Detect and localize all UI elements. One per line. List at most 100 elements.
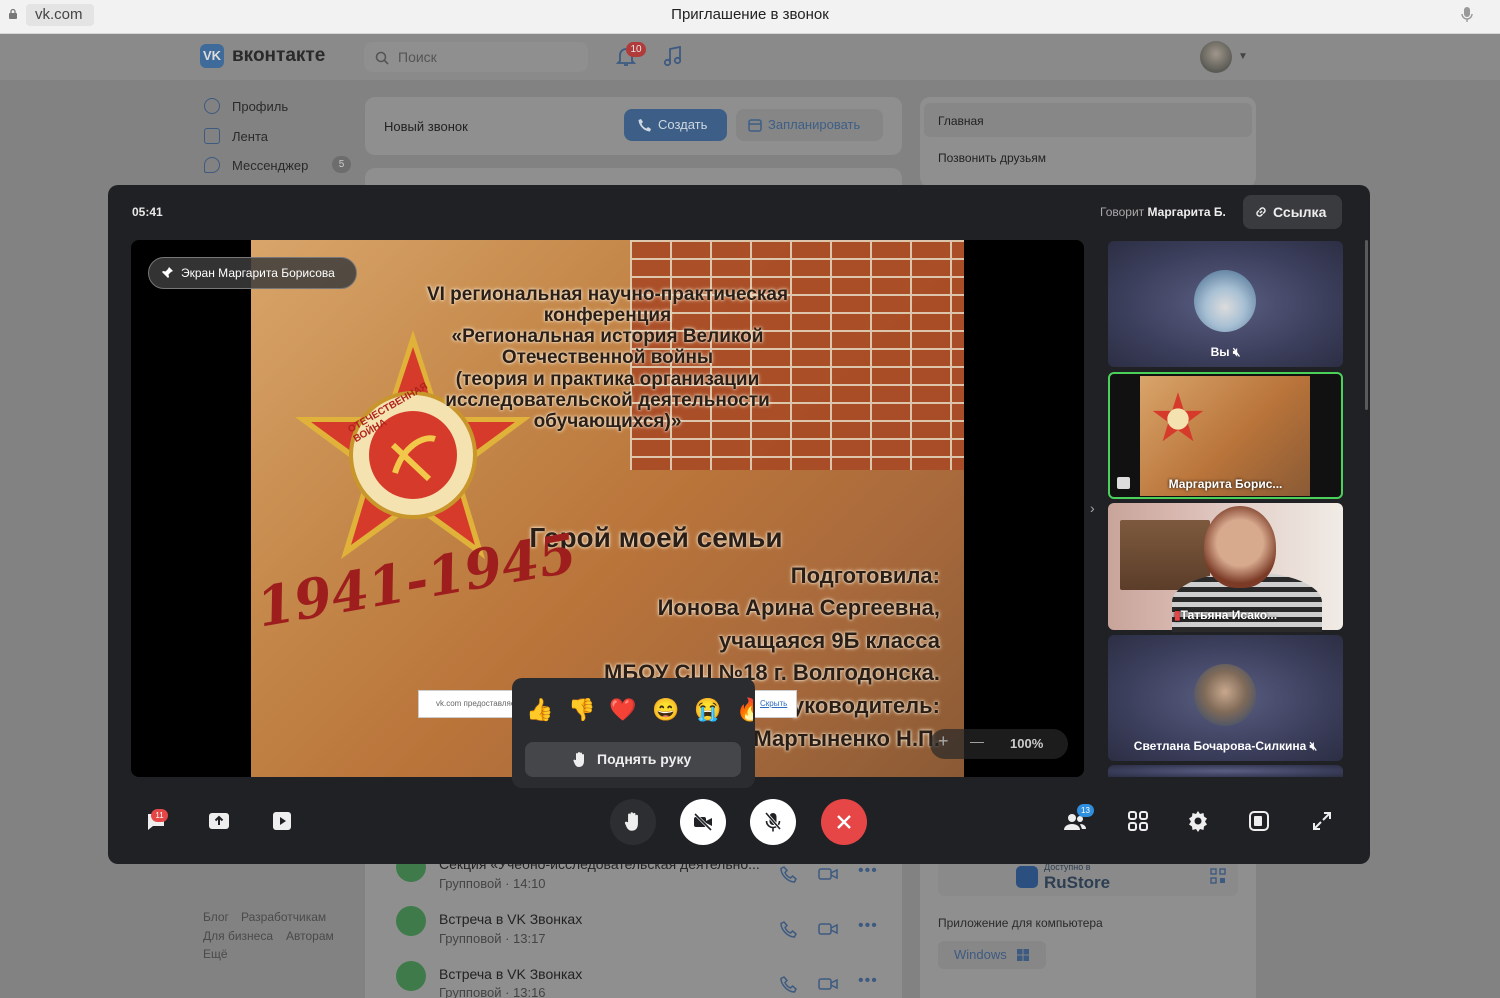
- qr-icon[interactable]: [1210, 868, 1226, 884]
- video-person-head: [1204, 506, 1276, 588]
- camera-off-icon: [693, 812, 713, 832]
- more-icon[interactable]: •••: [858, 917, 878, 935]
- profile-icon: [204, 98, 220, 114]
- call-item-title[interactable]: Встреча в VK Звонках: [439, 966, 582, 982]
- crying-icon[interactable]: 😭: [694, 696, 721, 724]
- call-icon: [396, 906, 426, 936]
- zoom-level: 100%: [1010, 736, 1044, 751]
- notification-hide-link[interactable]: Скрыть: [760, 699, 787, 708]
- vk-logo-icon[interactable]: VK: [200, 44, 224, 68]
- feed-icon: [204, 128, 220, 144]
- search-icon: [375, 51, 389, 65]
- calendar-icon: [748, 119, 762, 132]
- raise-hand-button[interactable]: Поднять руку: [525, 742, 741, 777]
- more-icon[interactable]: •••: [858, 972, 878, 990]
- rustore-name: RuStore: [1044, 873, 1111, 892]
- scrollbar[interactable]: [1365, 240, 1368, 410]
- windows-icon: [1017, 949, 1029, 961]
- thumbs-up-icon[interactable]: 👍: [526, 696, 553, 724]
- participant-name: Маргарита Борис...: [1168, 477, 1283, 491]
- fullscreen-icon[interactable]: [1310, 809, 1334, 833]
- phone-icon[interactable]: [780, 920, 798, 938]
- music-icon[interactable]: [662, 44, 684, 68]
- participant-name: Светлана Бочарова-Силкина 🔇︎: [1133, 739, 1318, 753]
- slide-line: Отечественной войны: [501, 347, 714, 368]
- slide-author-line: Подготовила:: [790, 563, 940, 588]
- vk-header: [0, 34, 1500, 80]
- chevron-down-icon[interactable]: ▼: [1238, 51, 1248, 62]
- more-icon[interactable]: •••: [858, 862, 878, 880]
- slide-line: исследовательской деятельности: [445, 390, 770, 411]
- screen-share-label[interactable]: Экран Маргарита Борисова: [148, 257, 357, 289]
- video-player-icon[interactable]: [270, 809, 294, 833]
- pin-icon: [162, 267, 173, 278]
- windows-download-button[interactable]: Windows: [938, 941, 1046, 969]
- call-item-sub: Групповой · 13:16: [439, 985, 546, 998]
- slide-line: обучающихся)»: [533, 411, 682, 432]
- slide-line: (теория и практика организации: [455, 369, 760, 390]
- speaking-indicator: Говорит Маргарита Б.: [1100, 205, 1226, 219]
- search-placeholder: Поиск: [398, 49, 437, 65]
- notifications-badge: 10: [626, 42, 646, 57]
- call-item-sub: Групповой · 13:17: [439, 931, 546, 946]
- participant-tile[interactable]: [1108, 765, 1343, 777]
- zoom-out-icon[interactable]: —: [970, 733, 984, 749]
- slide-author-line: учащаяся 9Б класса: [719, 628, 940, 653]
- zoom-in-icon[interactable]: +: [938, 731, 949, 752]
- right-menu-call-friends[interactable]: Позвонить друзьям: [938, 151, 1046, 165]
- video-icon[interactable]: [818, 976, 838, 992]
- footer-link-business[interactable]: Для бизнеса: [203, 929, 273, 943]
- slide-line: конференция: [543, 305, 672, 326]
- microphone-off-icon: [764, 812, 782, 832]
- footer-link-blog[interactable]: Блог: [203, 910, 229, 924]
- messenger-icon: [204, 157, 220, 173]
- picture-in-picture-icon[interactable]: [1247, 809, 1271, 833]
- hand-icon: [573, 752, 584, 767]
- slide-author-line: Мартыненко Н.П.: [753, 726, 940, 751]
- muted-mic-icon: 🔇︎: [1309, 739, 1318, 753]
- video-icon[interactable]: [818, 921, 838, 937]
- zoom-control: [930, 729, 1068, 759]
- slide-line: VI региональная научно-практическая: [426, 284, 789, 305]
- audio-level-icon: ▮: [1173, 608, 1181, 622]
- participant-name: Вы 🔇︎: [1210, 345, 1241, 359]
- participant-name: ▮Татьяна Исако...: [1173, 608, 1278, 622]
- user-avatar[interactable]: [1200, 41, 1232, 73]
- chat-badge: 11: [151, 809, 168, 822]
- footer-link-authors[interactable]: Авторам: [286, 929, 334, 943]
- window-title: Приглашение в звонок: [671, 6, 829, 23]
- rustore-icon: [1016, 866, 1038, 888]
- slide-line: «Региональная история Великой: [451, 326, 764, 347]
- gear-icon[interactable]: [1186, 809, 1210, 833]
- video-icon[interactable]: [818, 866, 838, 882]
- desktop-app-label: Приложение для компьютера: [938, 916, 1103, 930]
- vk-logo-text[interactable]: вконтакте: [232, 45, 325, 67]
- call-item-title[interactable]: Встреча в VK Звонках: [439, 911, 582, 927]
- phone-icon[interactable]: [780, 865, 798, 883]
- microphone-icon[interactable]: [1460, 6, 1474, 24]
- call-item-sub: Групповой · 14:10: [439, 876, 546, 891]
- heart-icon[interactable]: ❤️: [609, 696, 636, 724]
- slide-author-line: Ионова Арина Сергеевна,: [657, 595, 940, 620]
- participants-badge: 13: [1077, 804, 1094, 817]
- call-icon: [396, 961, 426, 991]
- smile-icon[interactable]: 😄: [652, 696, 679, 724]
- participant-avatar: [1194, 270, 1256, 332]
- hand-icon: [624, 812, 638, 831]
- calls-card: [365, 168, 902, 186]
- call-timer: 05:41: [132, 205, 163, 219]
- footer-link-developers[interactable]: Разработчикам: [241, 910, 326, 924]
- participant-avatar: [1194, 664, 1256, 726]
- phone-icon[interactable]: [780, 975, 798, 993]
- grid-view-icon[interactable]: [1126, 809, 1150, 833]
- fire-icon[interactable]: 🔥: [736, 696, 753, 724]
- share-screen-icon[interactable]: [207, 809, 231, 833]
- thumbs-down-icon[interactable]: 👎: [568, 696, 595, 724]
- muted-mic-icon: 🔇︎: [1232, 345, 1241, 359]
- new-call-title: Новый звонок: [384, 119, 468, 134]
- footer-link-more[interactable]: Ещё: [203, 947, 228, 961]
- chevron-right-icon[interactable]: ›: [1090, 500, 1095, 516]
- slide-author-line: Руководитель:: [777, 693, 940, 718]
- link-icon: [1256, 207, 1266, 217]
- right-menu-main-label: Главная: [938, 114, 984, 128]
